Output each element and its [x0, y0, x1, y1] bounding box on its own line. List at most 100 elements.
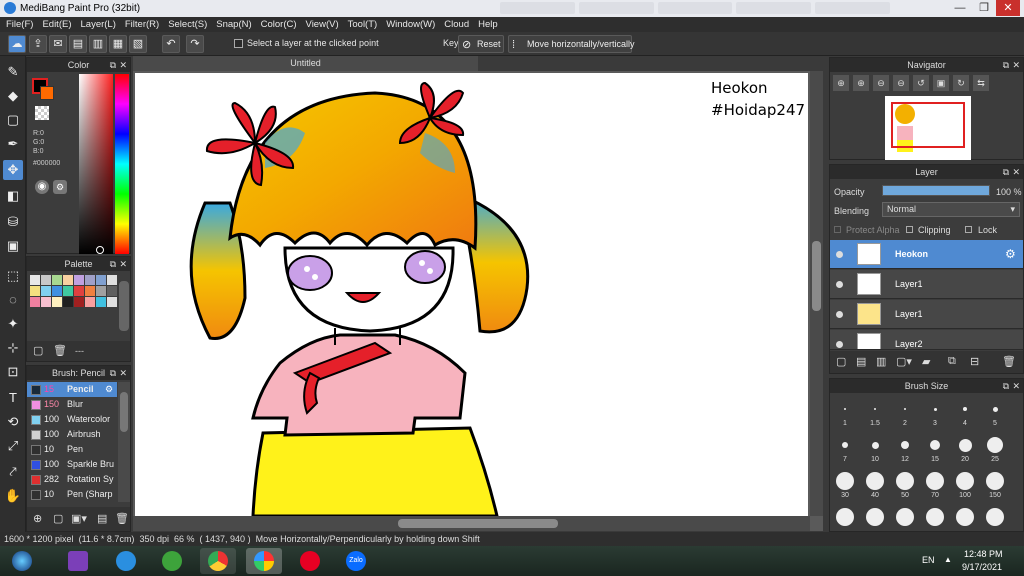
hue-slider[interactable]: [115, 74, 129, 254]
magic-wand-tool-icon[interactable]: ✦: [3, 314, 23, 334]
pin-icon[interactable]: ⧉: [110, 257, 116, 271]
layout-icon[interactable]: ▧: [129, 35, 147, 53]
brush-size-option[interactable]: [933, 407, 937, 411]
blending-select[interactable]: Normal ▾: [882, 202, 1020, 217]
brush-tool-icon[interactable]: ✎: [3, 62, 23, 82]
add-layer-menu-icon[interactable]: ▢▾: [896, 355, 912, 368]
fill-tool-icon[interactable]: ◧: [3, 186, 23, 206]
brush-menu-icon[interactable]: ▣▾: [71, 512, 87, 525]
pin-icon[interactable]: ⧉: [1003, 58, 1009, 72]
clipping-checkbox[interactable]: [906, 226, 913, 233]
medibang-task-icon[interactable]: [246, 548, 282, 574]
brush-settings-gear-icon[interactable]: ⚙: [105, 382, 113, 397]
brush-item[interactable]: 100 Sparkle Bru: [27, 457, 117, 472]
menu-color[interactable]: Color(C): [261, 19, 297, 30]
opacity-slider[interactable]: [882, 185, 990, 196]
palette-swatch[interactable]: [107, 286, 117, 296]
brush-item[interactable]: 10 Pen: [27, 442, 117, 457]
eyedropper-tool-icon[interactable]: ⤢: [3, 436, 23, 456]
duplicate-layer-icon[interactable]: ⧉: [948, 355, 956, 368]
divide-tool-icon[interactable]: ⟲: [3, 412, 23, 432]
saturation-value-picker[interactable]: [79, 74, 113, 254]
new-palette-icon[interactable]: ▢: [33, 344, 43, 357]
protect-alpha-checkbox[interactable]: [834, 226, 841, 233]
document-icon[interactable]: ▥: [89, 35, 107, 53]
palette-swatch[interactable]: [74, 286, 84, 296]
brush-item[interactable]: 100 Airbrush: [27, 427, 117, 442]
palette-swatch[interactable]: [30, 286, 40, 296]
layer-row[interactable]: Layer1: [830, 270, 1023, 299]
brush-size-option[interactable]: [986, 508, 1004, 526]
close-panel-icon[interactable]: ✕: [1012, 165, 1020, 179]
navigator-preview[interactable]: [885, 96, 971, 160]
dropper-tool-icon[interactable]: ⤤: [3, 462, 23, 482]
brush-settings-icon[interactable]: ▤: [97, 512, 107, 525]
canvas-horizontal-scrollbar[interactable]: [133, 516, 810, 531]
brush-size-option[interactable]: [896, 472, 914, 490]
input-language[interactable]: EN: [922, 555, 935, 565]
undo-icon[interactable]: ↶: [162, 35, 180, 53]
layer-row[interactable]: Layer2: [830, 330, 1023, 350]
palette-swatch[interactable]: [107, 297, 117, 307]
brush-item[interactable]: 282 Rotation Sy: [27, 472, 117, 487]
canvas-vertical-scrollbar[interactable]: [810, 71, 823, 516]
zoom-reset-icon[interactable]: ⊖: [893, 75, 909, 91]
delete-brush-icon[interactable]: 🗑: [115, 512, 129, 525]
grid-icon[interactable]: ▦: [109, 35, 127, 53]
reset-button[interactable]: ⊘ Reset: [458, 35, 504, 53]
brush-item[interactable]: 15 Pencil ⚙: [27, 382, 117, 397]
canvas-tab[interactable]: Untitled: [133, 56, 478, 71]
transparent-color-swatch[interactable]: [35, 106, 49, 120]
brush-size-option[interactable]: [956, 472, 974, 490]
close-panel-icon[interactable]: ✕: [119, 58, 127, 72]
menu-view[interactable]: View(V): [306, 19, 339, 30]
new-layer-icon[interactable]: ▢: [836, 355, 846, 368]
brush-size-option[interactable]: [836, 508, 854, 526]
folder-icon[interactable]: ▰: [922, 355, 930, 368]
palette-swatch[interactable]: [74, 275, 84, 285]
brush-size-option[interactable]: [963, 407, 967, 411]
palette-swatch[interactable]: [30, 275, 40, 285]
brush-item[interactable]: 10 Pen (Sharp: [27, 487, 117, 502]
close-panel-icon[interactable]: ✕: [1012, 379, 1020, 393]
brush-scrollbar[interactable]: [118, 382, 130, 502]
tray-chevron-icon[interactable]: ▲: [944, 555, 952, 564]
pinterest-icon[interactable]: [292, 548, 328, 574]
brush-size-option[interactable]: [874, 408, 876, 410]
palette-swatch[interactable]: [63, 286, 73, 296]
menu-help[interactable]: Help: [478, 19, 498, 30]
menu-cloud[interactable]: Cloud: [444, 19, 469, 30]
palette-swatch[interactable]: [52, 275, 62, 285]
layer-settings-icon[interactable]: ⚙: [1005, 247, 1016, 261]
merge-down-icon[interactable]: ⊟: [970, 355, 979, 368]
secondary-color-swatch[interactable]: [40, 86, 54, 100]
lasso-tool-icon[interactable]: ◌: [3, 290, 23, 310]
brush-size-option[interactable]: [844, 408, 846, 410]
palette-swatch[interactable]: [52, 297, 62, 307]
zoom-out-icon[interactable]: ⊖: [873, 75, 889, 91]
brush-size-option[interactable]: [956, 508, 974, 526]
brush-size-option[interactable]: [958, 438, 972, 452]
brush-size-option[interactable]: [930, 440, 940, 450]
palette-swatch[interactable]: [96, 297, 106, 307]
brush-size-option[interactable]: [896, 508, 914, 526]
palette-swatch[interactable]: [85, 286, 95, 296]
brush-size-option[interactable]: [987, 437, 1003, 453]
new-image-layer-icon[interactable]: ▤: [856, 355, 866, 368]
bucket-tool-icon[interactable]: ⛁: [3, 212, 23, 232]
maximize-button[interactable]: ❐: [972, 0, 996, 16]
brush-item[interactable]: 100 Watercolor: [27, 412, 117, 427]
menu-file[interactable]: File(F): [6, 19, 33, 30]
close-panel-icon[interactable]: ✕: [119, 257, 127, 271]
palette-swatch[interactable]: [63, 275, 73, 285]
palette-swatch[interactable]: [41, 286, 51, 296]
close-panel-icon[interactable]: ✕: [1012, 58, 1020, 72]
palette-swatch[interactable]: [41, 275, 51, 285]
move-tool-icon[interactable]: ✥: [3, 160, 23, 180]
visual-studio-icon[interactable]: [60, 548, 96, 574]
menu-edit[interactable]: Edit(E): [42, 19, 71, 30]
palette-swatch[interactable]: [85, 297, 95, 307]
brush-item[interactable]: 150 Blur: [27, 397, 117, 412]
palette-swatch[interactable]: [52, 286, 62, 296]
pen-tool-icon[interactable]: ✒: [3, 134, 23, 154]
